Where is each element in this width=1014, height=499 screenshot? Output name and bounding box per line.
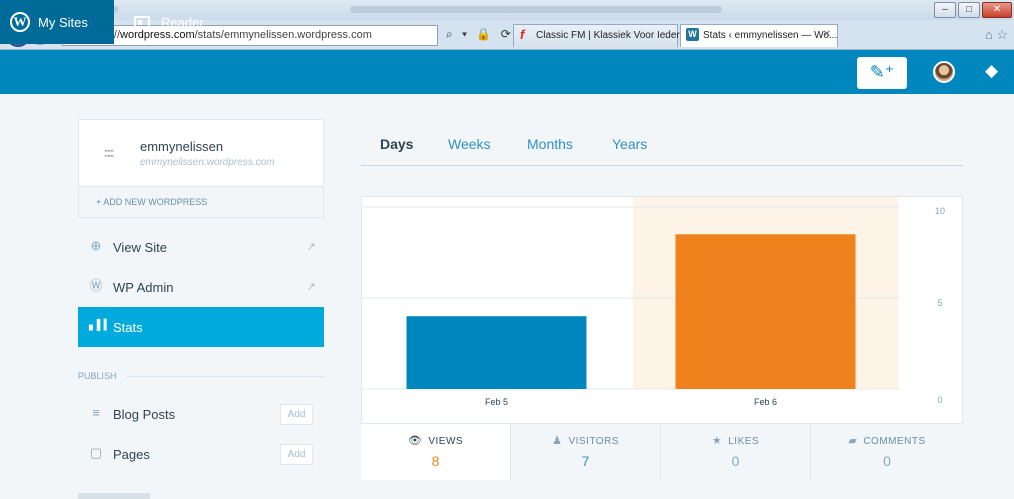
y-tick-label: 5 xyxy=(937,298,942,308)
window-controls: – □ ✕ xyxy=(934,2,1012,18)
sidebar-item-label: Blog Posts xyxy=(113,407,176,422)
classic-fm-favicon-icon: f xyxy=(520,27,525,42)
comment-icon: ▰ xyxy=(848,435,858,447)
address-bar[interactable]: W https://wordpress.com/stats/emmyneliss… xyxy=(62,25,438,46)
period-tabs: Days Weeks Months Years xyxy=(361,119,963,166)
tab-visitors[interactable]: ♟ VISITORS 7 xyxy=(511,424,661,480)
visitors-value: 7 xyxy=(581,453,590,469)
globe-icon: ⊕ xyxy=(90,238,102,253)
tab-months[interactable]: Months xyxy=(527,136,573,152)
sidebar-item-label: Stats xyxy=(113,320,143,335)
wordpress-icon: Ⓦ xyxy=(89,278,103,293)
x-tick-label: Feb 5 xyxy=(485,397,508,407)
external-link-icon: ↗ xyxy=(306,281,316,293)
sidebar-item-label: View Site xyxy=(113,240,167,255)
eye-icon: 👁 xyxy=(407,435,423,447)
write-post-button[interactable]: ✎⁺ xyxy=(857,57,907,89)
sidebar-item-wp-admin[interactable]: Ⓦ WP Admin ↗ xyxy=(78,267,324,307)
visitors-header: ♟ VISITORS xyxy=(511,434,660,447)
external-link-icon: ↗ xyxy=(306,241,316,253)
site-thumbnail: ▪▪▪▪▪▪ ▪▪▪▪▪▪ xyxy=(105,148,114,158)
views-header: 👁 VIEWS xyxy=(361,434,510,447)
stats-chart: 0 5 10 Feb 5 Feb 6 xyxy=(361,196,963,424)
my-sites-label: My Sites xyxy=(38,14,88,30)
close-window-button[interactable]: ✕ xyxy=(982,2,1012,18)
avatar[interactable] xyxy=(933,61,955,83)
visitors-label: VISITORS xyxy=(568,436,619,447)
tab-years[interactable]: Years xyxy=(612,136,647,152)
address-url: https://wordpress.com/stats/emmynelissen… xyxy=(87,29,372,41)
tab-label: Stats ‹ emmynelissen — Wo... xyxy=(703,30,838,41)
site-url: emmynelissen.wordpress.com xyxy=(140,157,275,168)
bar xyxy=(675,234,856,389)
reader-icon xyxy=(134,15,150,29)
sidebar-item-view-site[interactable]: ⊕ View Site ↗ xyxy=(78,227,324,267)
add-blog-post-button[interactable]: Add xyxy=(280,404,313,425)
cut-off-section-header xyxy=(78,493,150,499)
comments-header: ▰ COMMENTS xyxy=(811,434,963,447)
blurred-title xyxy=(350,6,722,13)
publish-section-header: PUBLISH xyxy=(78,371,117,381)
sidebar-item-stats[interactable]: ▖▌▍ Stats xyxy=(78,307,324,347)
maximize-button[interactable]: □ xyxy=(958,2,980,18)
likes-label: LIKES xyxy=(728,436,760,447)
tab-likes[interactable]: ★ LIKES 0 xyxy=(661,424,811,480)
bar xyxy=(406,316,587,389)
likes-value: 0 xyxy=(731,453,740,469)
chart-svg: 0 5 10 Feb 5 Feb 6 xyxy=(362,197,945,407)
notifications-icon[interactable]: ◆ xyxy=(985,62,1003,80)
comments-value: 0 xyxy=(883,453,891,469)
sidebar-item-blog-posts[interactable]: ≡ Blog Posts Add xyxy=(78,394,324,434)
tab-views[interactable]: 👁 VIEWS 8 xyxy=(361,424,511,480)
add-page-button[interactable]: Add xyxy=(280,444,313,465)
wordpress-logo-icon: W xyxy=(10,12,30,32)
divider xyxy=(126,376,324,377)
tab-classic-fm[interactable]: f Classic FM | Klassiek Voor Ieder... xyxy=(513,24,688,47)
y-tick-label: 10 xyxy=(935,206,945,216)
close-tab-icon[interactable]: ✕ xyxy=(823,29,831,40)
likes-header: ★ LIKES xyxy=(661,434,810,447)
sidebar-item-label: WP Admin xyxy=(113,280,174,295)
sidebar-item-pages[interactable]: ▢ Pages Add xyxy=(78,434,324,474)
stat-tabs: 👁 VIEWS 8 ♟ VISITORS 7 ★ LIKES 0 ▰ COMMENTS … xyxy=(361,424,963,480)
sidebar-item-label: Pages xyxy=(113,447,150,462)
tab-stats[interactable]: W Stats ‹ emmynelissen — Wo... ✕ xyxy=(680,24,838,47)
views-label: VIEWS xyxy=(428,436,464,447)
add-new-wordpress-button[interactable]: + ADD NEW WORDPRESS xyxy=(78,187,324,218)
my-sites-button[interactable]: W My Sites xyxy=(0,0,114,44)
reader-button[interactable]: Reader xyxy=(134,0,204,44)
reader-label: Reader xyxy=(161,14,204,30)
y-tick-label: 0 xyxy=(937,395,942,405)
tab-days[interactable]: Days xyxy=(380,136,413,152)
address-controls[interactable]: ⌕ ▾ 🔒 ⟳ xyxy=(446,27,514,42)
posts-icon: ≡ xyxy=(92,405,100,420)
add-new-wordpress-label: + ADD NEW WORDPRESS xyxy=(96,197,208,207)
bar-chart-icon: ▖▌▍ xyxy=(89,320,112,331)
page-icon: ▢ xyxy=(89,445,103,460)
person-icon: ♟ xyxy=(552,435,563,447)
views-value: 8 xyxy=(431,453,440,469)
current-site-card[interactable]: ▪▪▪▪▪▪ ▪▪▪▪▪▪ emmynelissen emmynelissen.w… xyxy=(78,119,324,187)
tab-weeks[interactable]: Weeks xyxy=(448,136,491,152)
home-favorites-icons[interactable]: ⌂ ☆ xyxy=(985,27,1008,43)
tab-label: Classic FM | Klassiek Voor Ieder... xyxy=(536,30,688,41)
site-name: emmynelissen xyxy=(140,139,224,154)
tab-comments[interactable]: ▰ COMMENTS 0 xyxy=(811,424,963,480)
x-tick-label: Feb 6 xyxy=(754,397,777,407)
star-icon: ★ xyxy=(711,435,723,447)
minimize-button[interactable]: – xyxy=(934,2,956,18)
comments-label: COMMENTS xyxy=(863,436,926,447)
pencil-plus-icon: ✎⁺ xyxy=(869,62,895,82)
wordpress-favicon-icon: W xyxy=(686,28,699,41)
